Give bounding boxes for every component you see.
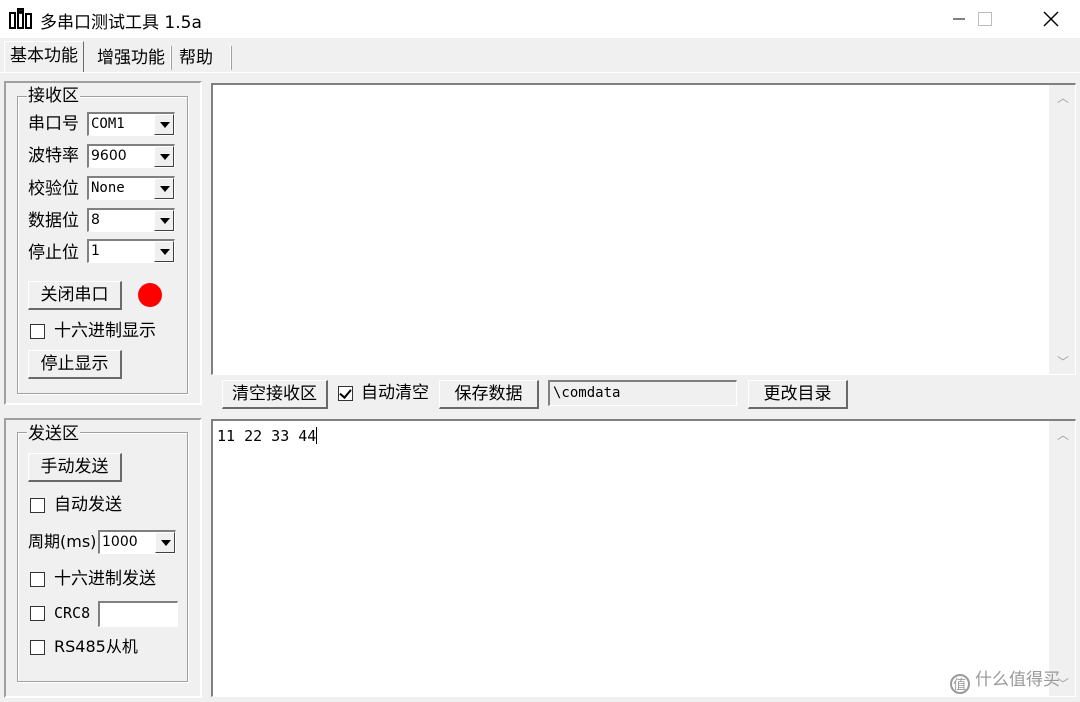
receive-group-title: 接收区 [27, 86, 80, 106]
tab-basic[interactable]: 基本功能 [4, 41, 84, 73]
tab-divider [230, 46, 232, 70]
period-value: 1000 [102, 534, 138, 550]
change-directory-button[interactable]: 更改目录 [748, 380, 848, 409]
chevron-down-icon[interactable] [154, 114, 174, 135]
send-textarea[interactable]: 11 22 33 44 ︿ ﹀ [211, 419, 1076, 697]
hex-send-checkbox[interactable] [30, 572, 45, 587]
port-select[interactable]: COM1 [87, 112, 175, 136]
chevron-down-icon[interactable] [154, 146, 174, 167]
stop-display-button[interactable]: 停止显示 [28, 350, 122, 379]
save-path-value: \comdata [553, 385, 621, 401]
clear-receive-button[interactable]: 清空接收区 [222, 380, 328, 409]
send-text: 11 22 33 44 [217, 427, 318, 445]
hex-display-label: 十六进制显示 [54, 321, 156, 341]
watermark-logo-icon: 值 [949, 674, 970, 694]
chevron-down-icon[interactable] [155, 532, 175, 553]
tab-divider [170, 46, 172, 70]
stopbits-value: 1 [91, 243, 100, 259]
maximize-button[interactable] [962, 0, 1008, 38]
crc8-checkbox[interactable] [30, 606, 45, 621]
databits-value: 8 [91, 212, 100, 228]
close-port-button[interactable]: 关闭串口 [28, 281, 122, 310]
auto-clear-label: 自动清空 [361, 383, 429, 403]
port-label: 串口号 [28, 114, 79, 134]
period-label: 周期(ms) [28, 532, 97, 551]
stopbits-label: 停止位 [28, 243, 79, 263]
receive-textarea[interactable]: ︿ ﹀ [211, 83, 1076, 375]
receive-scrollbar[interactable]: ︿ ﹀ [1049, 85, 1075, 374]
crc8-label: CRC8 [54, 604, 91, 622]
maximize-icon [978, 12, 992, 26]
databits-label: 数据位 [28, 211, 79, 231]
watermark: 值 什么值得买 [949, 665, 1060, 694]
tab-strip-line [0, 72, 1080, 73]
port-status-led [138, 283, 162, 307]
send-group-title: 发送区 [27, 424, 80, 444]
tab-help[interactable]: 帮助 [174, 44, 218, 72]
scroll-down-icon[interactable]: ﹀ [1057, 356, 1069, 368]
auto-send-checkbox[interactable] [30, 498, 45, 513]
close-button[interactable] [1028, 0, 1074, 38]
auto-clear-checkbox[interactable] [338, 386, 353, 401]
port-value: COM1 [91, 116, 125, 132]
close-icon [1043, 11, 1059, 27]
save-path-field: \comdata [548, 380, 737, 406]
chevron-down-icon[interactable] [154, 210, 174, 231]
send-scrollbar[interactable]: ︿ ﹀ [1049, 421, 1075, 696]
app-icon [9, 8, 32, 29]
scroll-up-icon[interactable]: ︿ [1057, 92, 1069, 104]
window-title: 多串口测试工具 1.5a [40, 13, 202, 33]
save-data-button[interactable]: 保存数据 [439, 380, 539, 409]
scroll-up-icon[interactable]: ︿ [1057, 429, 1069, 441]
crc8-field[interactable] [98, 601, 178, 627]
text-cursor [316, 427, 318, 444]
parity-select[interactable]: None [87, 176, 175, 200]
baud-label: 波特率 [28, 146, 79, 166]
chevron-down-icon[interactable] [154, 241, 174, 262]
baud-value: 9600 [91, 148, 127, 164]
chevron-down-icon[interactable] [154, 178, 174, 199]
period-select[interactable]: 1000 [98, 530, 176, 554]
auto-send-label: 自动发送 [54, 495, 122, 515]
baud-select[interactable]: 9600 [87, 144, 175, 168]
databits-select[interactable]: 8 [87, 208, 175, 232]
parity-label: 校验位 [28, 179, 79, 199]
hex-display-checkbox[interactable] [30, 324, 45, 339]
rs485-label: RS485从机 [54, 637, 138, 656]
rs485-checkbox[interactable] [30, 640, 45, 655]
stopbits-select[interactable]: 1 [87, 239, 175, 263]
tab-enhanced[interactable]: 增强功能 [92, 44, 170, 72]
hex-send-label: 十六进制发送 [54, 569, 156, 589]
parity-value: None [91, 180, 125, 196]
manual-send-button[interactable]: 手动发送 [28, 453, 122, 482]
watermark-text: 什么值得买 [975, 670, 1060, 690]
